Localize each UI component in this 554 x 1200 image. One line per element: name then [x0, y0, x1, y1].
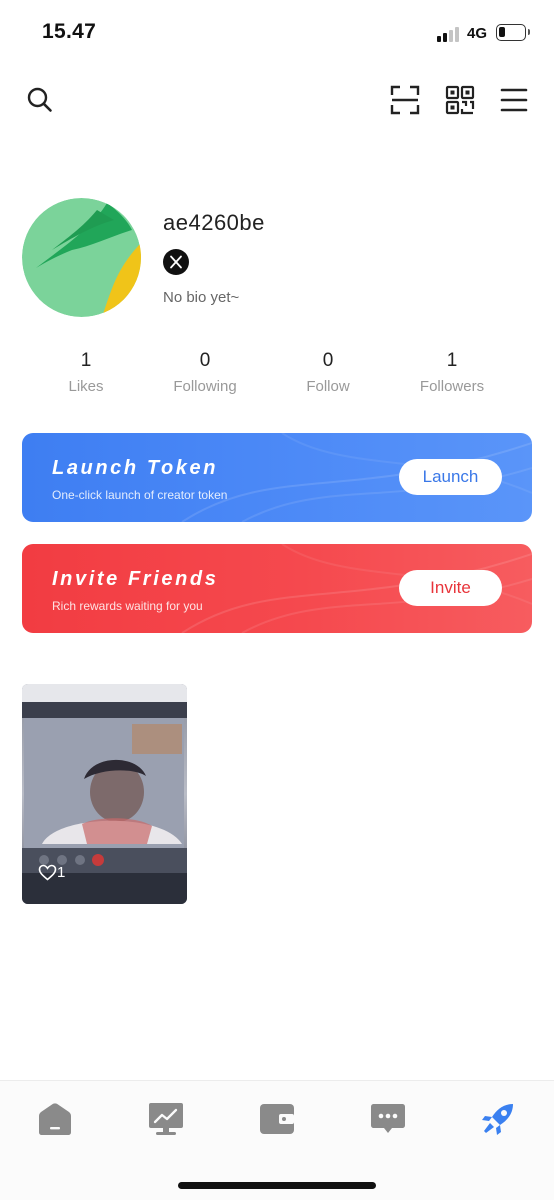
stat-value: 1 — [80, 350, 92, 371]
banner-subtitle: One-click launch of creator token — [52, 488, 228, 502]
stat-label: Likes — [68, 378, 104, 395]
tab-market[interactable] — [144, 1099, 188, 1139]
avatar[interactable] — [22, 198, 141, 317]
tab-home[interactable] — [33, 1099, 77, 1139]
x-logo-icon[interactable] — [163, 249, 189, 275]
launch-button[interactable]: Launch — [399, 459, 502, 495]
wallet-icon — [260, 1104, 294, 1134]
launch-token-banner[interactable]: Launch Token One-click launch of creator… — [22, 433, 532, 522]
tab-messages[interactable] — [366, 1099, 410, 1139]
banner-subtitle: Rich rewards waiting for you — [52, 599, 203, 613]
stat-following[interactable]: 0 Following — [150, 350, 260, 395]
network-type: 4G — [467, 25, 488, 42]
status-time: 15.47 — [42, 20, 97, 43]
stat-label: Follow — [306, 378, 350, 395]
stat-value: 0 — [322, 350, 334, 371]
status-bar: 15.47 4G — [0, 0, 554, 64]
signal-strength-icon — [437, 26, 463, 42]
tab-wallet[interactable] — [255, 1099, 299, 1139]
stat-value: 0 — [199, 350, 211, 371]
scan-icon[interactable] — [385, 80, 425, 120]
home-icon — [39, 1103, 71, 1135]
search-icon[interactable] — [20, 80, 60, 120]
home-indicator[interactable] — [178, 1182, 376, 1189]
heart-icon[interactable] — [38, 864, 57, 881]
tab-launch[interactable] — [476, 1099, 520, 1139]
invite-button[interactable]: Invite — [399, 570, 502, 606]
bio-text: No bio yet~ — [163, 289, 240, 306]
chart-icon — [149, 1103, 183, 1135]
invite-friends-banner[interactable]: Invite Friends Rich rewards waiting for … — [22, 544, 532, 633]
battery-icon — [496, 24, 530, 41]
stat-value: 1 — [446, 350, 458, 371]
post-like-count: 1 — [57, 864, 66, 881]
stat-followers[interactable]: 1 Followers — [397, 350, 507, 395]
banner-title: Invite Friends — [52, 568, 219, 590]
rocket-icon — [482, 1104, 513, 1135]
chat-icon — [371, 1104, 405, 1133]
stat-likes[interactable]: 1 Likes — [31, 350, 141, 395]
banner-title: Launch Token — [52, 457, 219, 479]
top-nav — [0, 80, 554, 124]
stat-follow[interactable]: 0 Follow — [273, 350, 383, 395]
stat-label: Following — [173, 378, 237, 395]
qr-code-icon[interactable] — [440, 80, 480, 120]
menu-icon[interactable] — [494, 80, 534, 120]
profile-stats: 1 Likes 0 Following 0 Follow 1 Followers — [0, 350, 554, 400]
stat-label: Followers — [419, 378, 485, 395]
username: ae4260be — [163, 210, 265, 235]
post-likes: 1 — [38, 864, 65, 881]
